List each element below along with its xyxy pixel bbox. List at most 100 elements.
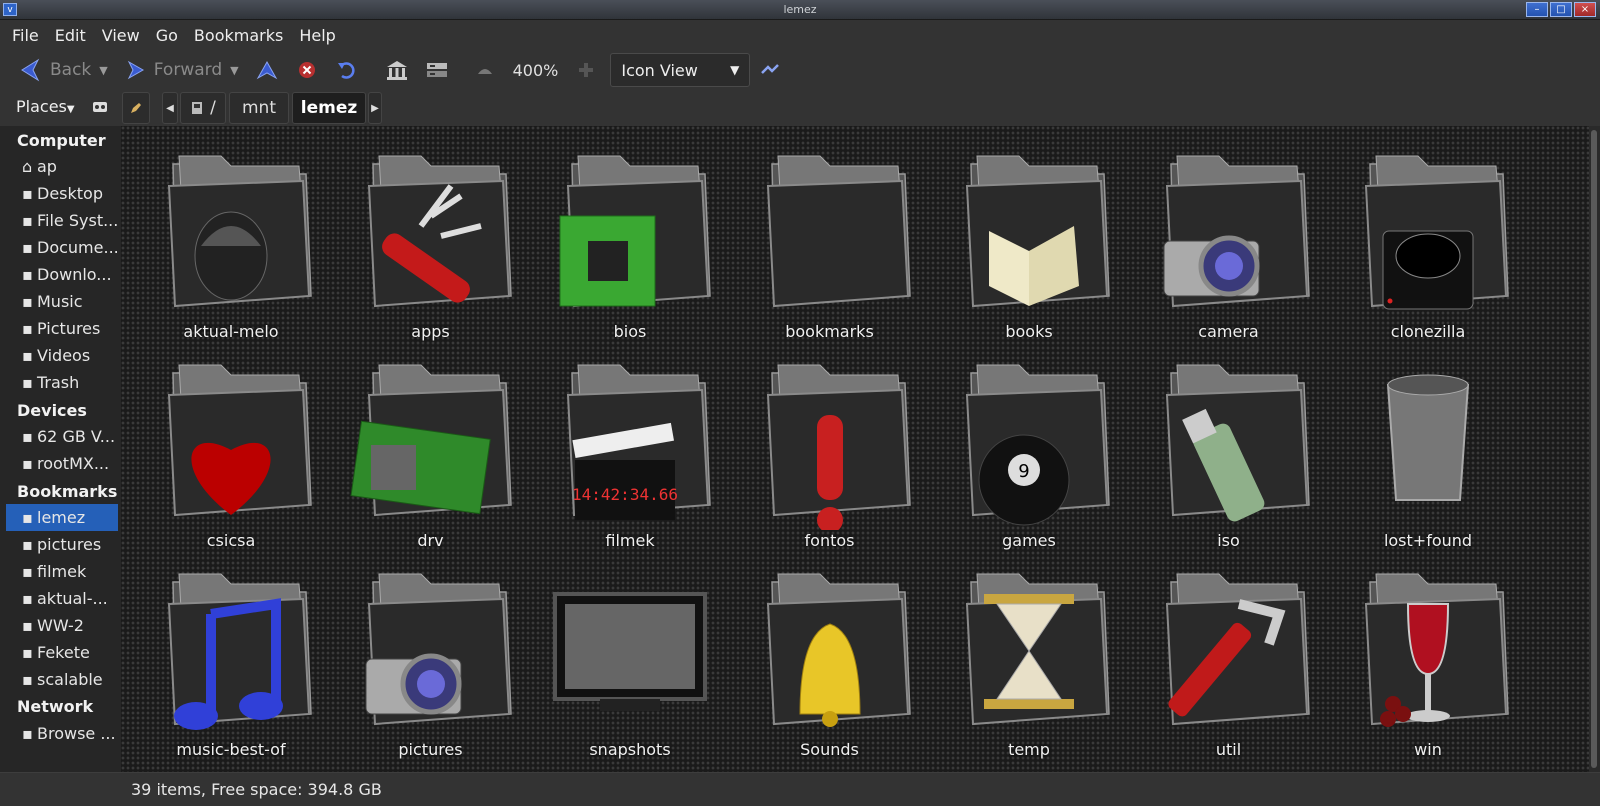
file-item[interactable]: drv [331,345,531,550]
file-item[interactable]: lost+found [1328,345,1528,550]
path-scroll-left-button[interactable]: ◀ [162,92,178,124]
sidebar-item-label: Videos [37,346,91,365]
file-item[interactable]: pictures [331,554,531,759]
file-item[interactable]: music-best-of [131,554,331,759]
svg-text:9: 9 [1018,461,1029,482]
videos-icon: ▪ [22,346,33,365]
sidebar-item-videos[interactable]: ▪ Videos [6,342,118,369]
file-item[interactable]: util [1129,554,1329,759]
clapperboard-icon: 14:42:34.66 [566,364,711,520]
file-item[interactable]: apps [331,136,531,341]
sidebar-item-label: aktual-... [37,589,108,608]
crumb-lemez[interactable]: lemez [292,92,366,124]
heart-icon [167,364,312,517]
usb-drive-icon [1165,364,1310,522]
home-icon [386,61,407,80]
zoom-out-button[interactable] [473,58,497,82]
sidebar-item-browse-network[interactable]: ▪ Browse ... [6,720,118,747]
vertical-scrollbar[interactable] [1589,126,1600,772]
file-item[interactable]: 14:42:34.66 filmek [530,345,730,550]
sidebar-item-label: ap [37,157,57,176]
forward-history-dropdown[interactable]: ▼ [230,64,238,77]
file-item[interactable]: books [929,136,1129,341]
reload-button[interactable] [335,58,359,82]
sidebar-item-filmek[interactable]: ▪ filmek [6,558,118,585]
sidebar-item-volume[interactable]: ▪ 62 GB V... [6,423,118,450]
file-item[interactable]: snapshots [530,554,730,759]
computer-button[interactable] [425,58,449,82]
file-item[interactable]: csicsa [131,345,331,550]
drive-icon: ▪ [22,454,33,473]
sidebar-item-documents[interactable]: ▪ Docume... [6,234,118,261]
file-item[interactable]: Sounds [730,554,930,759]
sidebar-item-trash[interactable]: ▪ Trash [6,369,118,396]
view-mode-select[interactable]: Icon View ▼ [610,53,751,87]
close-pane-icon[interactable] [92,100,108,114]
back-history-dropdown[interactable]: ▼ [99,64,107,77]
close-icon[interactable]: × [1574,2,1596,17]
file-item-label: games [1002,531,1056,550]
trash-bin-icon [1386,374,1470,501]
sidebar-item-scalable[interactable]: ▪ scalable [6,666,118,693]
menu-bookmarks[interactable]: Bookmarks [186,26,291,45]
sidebar-item-music[interactable]: ▪ Music [6,288,118,315]
file-item-label: pictures [398,740,463,759]
menu-go[interactable]: Go [148,26,186,45]
sidebar-item-ap[interactable]: ⌂ ap [6,153,118,180]
file-item[interactable]: aktual-melo [131,136,331,341]
bell-icon [766,573,911,727]
sidebar-item-pictures[interactable]: ▪ Pictures [6,315,118,342]
zoom-in-button[interactable] [574,58,598,82]
compact-view-button[interactable] [758,58,782,82]
file-item[interactable]: 9 games [929,345,1129,550]
sidebar-item-desktop[interactable]: ▪ Desktop [6,180,118,207]
file-item[interactable]: temp [929,554,1129,759]
places-dropdown[interactable]: Places▼ [16,97,75,116]
path-scroll-right-button[interactable]: ▶ [368,92,382,124]
maximize-icon[interactable]: □ [1550,2,1572,17]
file-item[interactable]: fontos [730,345,930,550]
chevron-right-icon: ▶ [371,102,379,114]
sidebar-item-fekete[interactable]: ▪ Fekete [6,639,118,666]
hard-drive-icon: ▪ [22,211,33,230]
circuit-chip-icon [559,155,711,308]
exclamation-icon [766,364,911,533]
menu-edit[interactable]: Edit [47,26,94,45]
stop-button[interactable] [295,58,319,82]
home-button[interactable] [385,58,409,82]
menu-bar: File Edit View Go Bookmarks Help [0,20,1600,50]
sidebar-item-rootmx[interactable]: ▪ rootMX... [6,450,118,477]
file-item-label: drv [417,531,444,550]
file-item[interactable]: win [1328,554,1528,759]
file-item-label: books [1005,322,1053,341]
forward-button[interactable]: Forward [122,54,226,86]
sidebar-item-filesystem[interactable]: ▪ File Syst... [6,207,118,234]
sidebar-item-lemez[interactable]: ▪ lemez [6,504,118,531]
menu-file[interactable]: File [4,26,47,45]
window-titlebar: v lemez – □ × [0,0,1600,20]
menu-help[interactable]: Help [291,26,343,45]
menu-view[interactable]: View [94,26,148,45]
sidebar-item-ww2[interactable]: ▪ WW-2 [6,612,118,639]
back-button[interactable]: Back [14,54,95,86]
crumb-root[interactable]: / [180,92,226,124]
file-item[interactable]: iso [1129,345,1329,550]
file-item[interactable]: bookmarks [730,136,930,341]
back-label: Back [50,60,92,80]
wrench-icon [1165,573,1310,726]
file-item[interactable]: clonezilla [1328,136,1528,341]
file-item-label: aktual-melo [183,322,279,341]
up-button[interactable] [255,58,279,82]
sidebar-item-aktual[interactable]: ▪ aktual-... [6,585,118,612]
crumb-mnt[interactable]: mnt [229,92,289,124]
scrollbar-thumb[interactable] [1591,130,1597,768]
file-icon-view[interactable]: aktual-melo apps bios bookmarks books camera c… [121,126,1589,772]
toggle-path-entry-button[interactable] [122,92,150,124]
folder-icon: ▪ [22,616,33,635]
sidebar-section-bookmarks: Bookmarks [17,482,118,501]
sidebar-item-bookmark-pictures[interactable]: ▪ pictures [6,531,118,558]
file-item[interactable]: camera [1129,136,1329,341]
sidebar-item-downloads[interactable]: ▪ Downlo... [6,261,118,288]
minimize-icon[interactable]: – [1526,2,1548,17]
file-item[interactable]: bios [530,136,730,341]
